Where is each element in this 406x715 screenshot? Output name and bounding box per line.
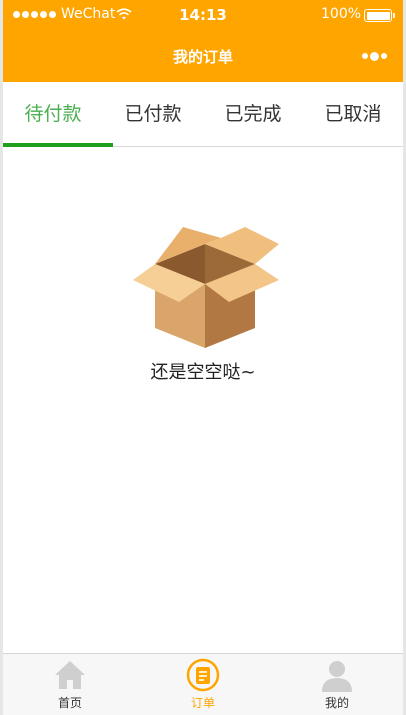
page-title: 我的订单 (172, 48, 233, 66)
tabbar-label-orders: 订单 (190, 696, 215, 710)
profile-icon (322, 661, 352, 692)
order-icon (186, 658, 220, 692)
tabbar-label-profile: 我的 (324, 696, 349, 710)
status-bar: WeChat 14:13 100% (3, 0, 403, 30)
header: WeChat 14:13 100% 我的订单 (3, 0, 403, 82)
tab-paid[interactable]: 已付款 (103, 82, 203, 146)
tabbar-item-orders[interactable]: 订单 (153, 654, 253, 715)
tab-completed[interactable]: 已完成 (203, 82, 303, 146)
tabbar-item-home[interactable]: 首页 (20, 654, 120, 715)
battery-percent: 100% (321, 6, 362, 22)
bottom-tab-bar: 首页 订单 我的 (3, 653, 403, 715)
app-frame: WeChat 14:13 100% 我的订单 待付款 已付款 已完成 已取消 还… (3, 0, 403, 715)
open-box-icon (133, 227, 279, 348)
more-dots-icon[interactable] (362, 48, 392, 64)
tab-pending-payment[interactable]: 待付款 (3, 82, 113, 147)
order-status-tabs: 待付款 已付款 已完成 已取消 (3, 82, 403, 147)
tabbar-label-home: 首页 (57, 696, 82, 710)
home-icon (55, 661, 85, 689)
battery-icon (364, 9, 395, 22)
empty-state-text: 还是空空哒~ (150, 362, 256, 383)
tab-cancelled[interactable]: 已取消 (303, 82, 403, 146)
tabbar-item-profile[interactable]: 我的 (287, 654, 387, 715)
